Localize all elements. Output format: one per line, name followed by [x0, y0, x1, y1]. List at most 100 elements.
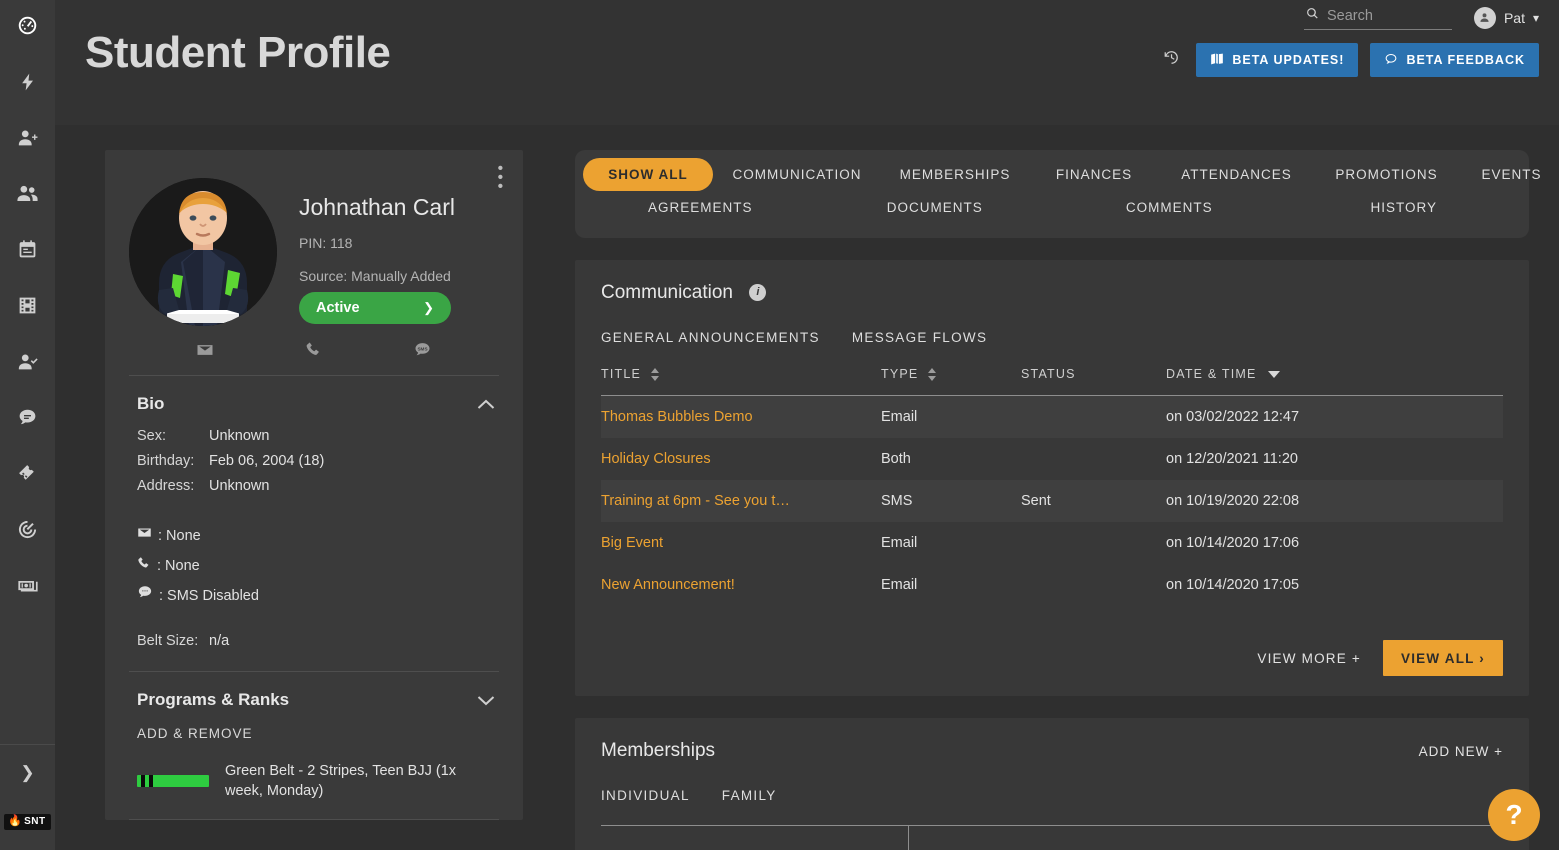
beta-updates-button[interactable]: BETA UPDATES!	[1196, 43, 1358, 77]
communication-title-link[interactable]: Training at 6pm - See you t…	[601, 493, 790, 509]
column-date[interactable]: DATE & TIME	[1166, 367, 1503, 396]
tab-row-1: SHOW ALL COMMUNICATION MEMBERSHIPS FINAN…	[583, 158, 1521, 191]
sidebar-item-media[interactable]	[0, 280, 55, 336]
status-badge[interactable]: Active ❯	[299, 292, 451, 324]
avatar	[1474, 7, 1496, 29]
sms-icon[interactable]: SMS	[413, 340, 432, 359]
sidebar-item-students[interactable]	[0, 168, 55, 224]
sidebar-item-check-in[interactable]	[0, 336, 55, 392]
help-button[interactable]: ?	[1488, 789, 1540, 841]
sidebar-item-quick-actions[interactable]	[0, 56, 55, 112]
tab-finances[interactable]: FINANCES	[1029, 158, 1159, 191]
communication-title-link[interactable]: New Announcement!	[601, 577, 735, 593]
sort-toggle-title[interactable]	[651, 368, 660, 381]
subtab-family[interactable]: FAMILY	[722, 788, 777, 803]
bio-key: Sex:	[137, 424, 209, 449]
bio-value: Feb 06, 2004 (18)	[209, 449, 324, 474]
table-row[interactable]: Holiday Closures Both on 12/20/2021 11:2…	[601, 438, 1503, 480]
search-icon	[1306, 7, 1319, 25]
tab-attendances[interactable]: ATTENDANCES	[1159, 158, 1314, 191]
column-title[interactable]: TITLE	[601, 367, 881, 396]
logo-text: SNT	[24, 817, 46, 827]
phone-icon[interactable]	[305, 340, 322, 359]
info-icon[interactable]: i	[749, 284, 766, 301]
bio-contact-value: : SMS Disabled	[159, 581, 259, 611]
question-mark-icon: ?	[1505, 799, 1522, 831]
cell-title[interactable]: Training at 6pm - See you t…	[601, 480, 881, 522]
users-icon	[16, 182, 39, 210]
chevron-up-icon[interactable]	[473, 397, 499, 412]
user-menu[interactable]: Pat ▾	[1474, 7, 1539, 29]
programs-section-header[interactable]: Programs & Ranks	[129, 672, 499, 720]
sort-active-desc-icon[interactable]	[1268, 371, 1280, 378]
tab-agreements[interactable]: AGREEMENTS	[583, 191, 818, 224]
tab-communication[interactable]: COMMUNICATION	[713, 158, 881, 191]
sidebar-item-messages[interactable]	[0, 392, 55, 448]
book-icon	[1210, 52, 1224, 69]
sidebar-item-finances[interactable]	[0, 560, 55, 616]
memberships-subtabs: INDIVIDUAL FAMILY	[601, 788, 1503, 803]
tab-history[interactable]: HISTORY	[1287, 191, 1522, 224]
bio-section-header[interactable]: Bio	[129, 376, 499, 424]
chevron-down-icon[interactable]	[473, 693, 499, 708]
tab-comments[interactable]: COMMENTS	[1052, 191, 1287, 224]
sidebar-expand-button[interactable]: ❯	[0, 744, 55, 800]
subtab-individual[interactable]: INDIVIDUAL	[601, 788, 690, 803]
user-check-icon	[17, 351, 39, 378]
rank-label: Green Belt - 2 Stripes, Teen BJJ (1x wee…	[225, 761, 495, 801]
bio-title: Bio	[137, 394, 164, 414]
search-input[interactable]	[1327, 8, 1445, 24]
sidebar-item-add-student[interactable]	[0, 112, 55, 168]
add-new-membership-button[interactable]: ADD NEW +	[1419, 744, 1503, 759]
memberships-panel: Memberships ADD NEW + INDIVIDUAL FAMILY	[575, 718, 1529, 850]
column-type[interactable]: TYPE	[881, 367, 1021, 396]
table-row[interactable]: Thomas Bubbles Demo Email on 03/02/2022 …	[601, 396, 1503, 439]
communication-title-link[interactable]: Big Event	[601, 535, 663, 551]
identity-block: Johnathan Carl PIN: 118 Source: Manually…	[129, 150, 492, 326]
history-button[interactable]	[1159, 45, 1184, 75]
main-region: Student Profile Pat ▾	[55, 0, 1559, 850]
tab-events[interactable]: EVENTS	[1459, 158, 1559, 191]
subtab-message-flows[interactable]: MESSAGE FLOWS	[852, 330, 987, 345]
cell-date: on 10/19/2020 22:08	[1166, 480, 1503, 522]
tab-promotions[interactable]: PROMOTIONS	[1314, 158, 1459, 191]
calendar-icon	[17, 239, 38, 265]
cell-title[interactable]: Thomas Bubbles Demo	[601, 396, 881, 439]
bio-value: Unknown	[209, 424, 269, 449]
add-remove-programs-button[interactable]: ADD & REMOVE	[129, 720, 499, 761]
bio-row: Birthday: Feb 06, 2004 (18)	[137, 449, 499, 474]
user-plus-icon	[17, 127, 39, 154]
search-box[interactable]	[1304, 5, 1452, 30]
communication-title-link[interactable]: Holiday Closures	[601, 451, 711, 467]
subtab-general-announcements[interactable]: GENERAL ANNOUNCEMENTS	[601, 330, 820, 345]
student-name: Johnathan Carl	[299, 194, 455, 221]
sidebar-item-calendar[interactable]	[0, 224, 55, 280]
target-icon	[17, 519, 38, 545]
flame-icon: 🔥	[8, 816, 22, 827]
cell-title[interactable]: Holiday Closures	[601, 438, 881, 480]
cell-type: Email	[881, 396, 1021, 439]
column-status-label: STATUS	[1021, 367, 1076, 381]
sort-toggle-type[interactable]	[928, 368, 937, 381]
communication-title-link[interactable]: Thomas Bubbles Demo	[601, 409, 753, 425]
table-row[interactable]: New Announcement! Email on 10/14/2020 17…	[601, 564, 1503, 606]
cell-title[interactable]: Big Event	[601, 522, 881, 564]
table-row[interactable]: Training at 6pm - See you t… SMS Sent on…	[601, 480, 1503, 522]
tab-documents[interactable]: DOCUMENTS	[818, 191, 1053, 224]
comment-icon	[1384, 52, 1398, 69]
beta-feedback-button[interactable]: BETA FEEDBACK	[1370, 43, 1539, 77]
view-more-button[interactable]: VIEW MORE +	[1257, 651, 1361, 666]
sidebar-item-dashboard[interactable]	[0, 0, 55, 56]
pin-label: PIN:	[299, 235, 326, 251]
view-all-button[interactable]: VIEW ALL ›	[1383, 640, 1503, 676]
cell-date: on 10/14/2020 17:05	[1166, 564, 1503, 606]
table-row[interactable]: Big Event Email on 10/14/2020 17:06	[601, 522, 1503, 564]
cell-title[interactable]: New Announcement!	[601, 564, 881, 606]
email-icon[interactable]	[196, 340, 214, 359]
tab-show-all[interactable]: SHOW ALL	[583, 158, 713, 191]
contact-actions: SMS	[129, 326, 499, 376]
sidebar-item-goals[interactable]	[0, 504, 55, 560]
card-options-button[interactable]: •••	[492, 160, 509, 195]
sidebar-item-tickets[interactable]	[0, 448, 55, 504]
tab-memberships[interactable]: MEMBERSHIPS	[881, 158, 1029, 191]
